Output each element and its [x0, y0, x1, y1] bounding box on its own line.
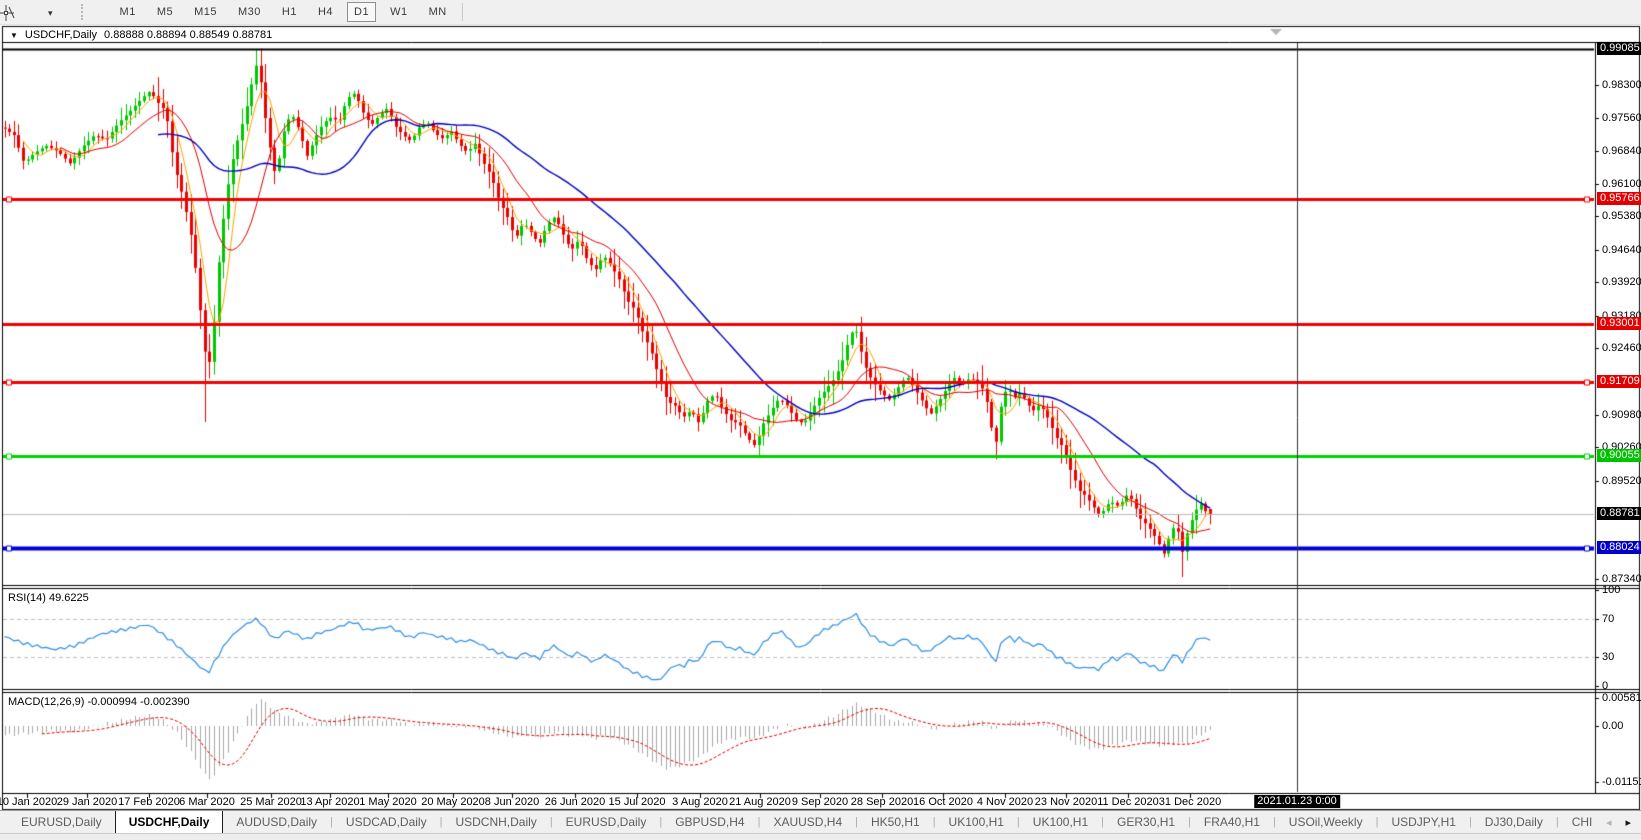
chart-title-ohlc: 0.88888 0.88894 0.88549 0.88781: [104, 29, 273, 41]
toolbar: ▾ M1 M5 M15 M30 H1 H4 D1 W1 MN: [0, 0, 1641, 25]
chart-tab-hk50-h1-8[interactable]: HK50,H1: [858, 812, 933, 833]
chart-tab-usoil-weekly-13[interactable]: USOil,Weekly: [1276, 812, 1376, 833]
crosshair-tool-icon[interactable]: [0, 4, 17, 22]
tool-dropdown-caret-icon[interactable]: ▾: [48, 8, 53, 19]
chart-tab-fra40-h1-12[interactable]: FRA40,H1: [1191, 812, 1273, 833]
tab-scroll-left-icon[interactable]: ◂: [1606, 816, 1612, 829]
chart-collapse-caret-icon[interactable]: ▼: [10, 31, 18, 40]
chart-tab-uk100-h1-9[interactable]: UK100,H1: [936, 812, 1017, 833]
chart-title-symbol: USDCHF,Daily: [24, 29, 98, 41]
chart-tabs: EURUSD,Daily USDCHF,Daily AUDUSD,Daily | USD…: [0, 811, 1593, 833]
timeframe-button-w1[interactable]: W1: [383, 2, 415, 22]
chart-tab-gbpusd-h4-6[interactable]: GBPUSD,H4: [662, 812, 757, 833]
timeframe-button-h4[interactable]: H4: [311, 2, 340, 22]
toolbar-separator: [461, 3, 463, 21]
mt4-application-window: ▾ M1 M5 M15 M30 H1 H4 D1 W1 MN ▼ USDCHF,Daily 0.…: [0, 0, 1641, 840]
chart-tab-eurusd-daily-0[interactable]: EURUSD,Daily: [8, 812, 115, 833]
chart-tab-usdchf-daily-1[interactable]: USDCHF,Daily: [114, 811, 224, 833]
chart-tab-dj30-daily-15[interactable]: DJ30,Daily: [1472, 812, 1556, 833]
chart-tab-ger30-h1-11[interactable]: GER30,H1: [1104, 812, 1188, 833]
timeframe-button-h1[interactable]: H1: [275, 2, 304, 22]
chart-tab-usdjpy-h1-14[interactable]: USDJPY,H1: [1378, 812, 1468, 833]
timeframe-button-m1[interactable]: M1: [113, 2, 143, 22]
chart-tab-usdcnh-daily-4[interactable]: USDCNH,Daily: [442, 812, 549, 833]
chart-tab-eurusd-daily-5[interactable]: EURUSD,Daily: [553, 812, 660, 833]
timeframe-button-mn[interactable]: MN: [422, 2, 454, 22]
status-bar: [0, 833, 1641, 840]
timeframe-button-m30[interactable]: M30: [231, 2, 268, 22]
chart-tab-usdcad-daily-3[interactable]: USDCAD,Daily: [333, 812, 440, 833]
toolbar-grip-handle[interactable]: [80, 4, 87, 20]
chart-titlebar: ▼ USDCHF,Daily 0.88888 0.88894 0.88549 0…: [10, 29, 272, 41]
timeframe-button-group: M1 M5 M15 M30 H1 H4 D1 W1 MN: [113, 2, 454, 22]
chart-tab-bar: EURUSD,Daily USDCHF,Daily AUDUSD,Daily | USD…: [0, 810, 1641, 833]
tab-scroll-arrows: ◂ ▸: [1597, 811, 1641, 833]
tab-scroll-right-icon[interactable]: ▸: [1625, 816, 1631, 829]
chart-tab-xauusd-h4-7[interactable]: XAUUSD,H4: [760, 812, 855, 833]
chart-tab-china300-h1-16[interactable]: CHINA300,H1: [1559, 812, 1593, 833]
timeframe-button-m5[interactable]: M5: [150, 2, 180, 22]
chart-canvas[interactable]: [0, 0, 1641, 840]
timeframe-button-d1[interactable]: D1: [347, 2, 377, 22]
timeframe-button-m15[interactable]: M15: [187, 2, 224, 22]
chart-tab-uk100-h1-10[interactable]: UK100,H1: [1020, 812, 1101, 833]
chart-tab-audusd-daily-2[interactable]: AUDUSD,Daily: [223, 812, 330, 833]
